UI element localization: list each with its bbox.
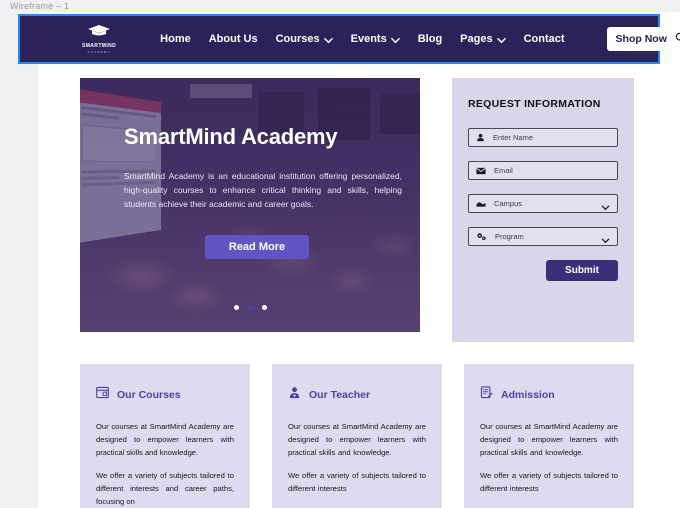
- nav-item-events[interactable]: Events: [351, 33, 400, 45]
- site-logo[interactable]: SMARTMIND ACADEMY: [82, 24, 116, 54]
- document-icon: [480, 386, 493, 404]
- nav-item-home[interactable]: Home: [160, 33, 191, 45]
- navbar[interactable]: SMARTMIND ACADEMY Home About Us Courses: [18, 14, 680, 64]
- shop-now-label: Shop Now: [615, 33, 667, 45]
- chevron-down-icon: [496, 36, 506, 45]
- nav-item-pages[interactable]: Pages: [460, 33, 506, 45]
- card-our-courses[interactable]: Our Courses Our courses at SmartMind Aca…: [80, 364, 250, 508]
- canvas-label: Wireframe – 1: [10, 1, 70, 11]
- graduation-cap-icon: [87, 24, 111, 42]
- nav-label: Events: [350, 33, 387, 45]
- card-paragraph: We offer a variety of subjects tailored …: [288, 471, 426, 494]
- card-paragraph: Our courses at SmartMind Academy are des…: [480, 422, 618, 458]
- shop-now-button[interactable]: Shop Now: [606, 27, 680, 51]
- chevron-down-icon: [601, 232, 610, 244]
- nav-label: Blog: [417, 33, 443, 45]
- nav-label: Courses: [275, 33, 320, 45]
- hero-content: SmartMind Academy SmartMind Academy is a…: [80, 78, 420, 332]
- nav-label: Contact: [523, 33, 565, 45]
- card-header: Admission: [480, 386, 618, 404]
- nav-item-contact[interactable]: Contact: [524, 33, 565, 45]
- chevron-down-icon: [390, 36, 400, 45]
- design-canvas: Wireframe – 1 SMARTMIND ACADEMY Home Abo…: [0, 0, 680, 508]
- envelope-icon: [476, 162, 486, 180]
- card-admission[interactable]: Admission Our courses at SmartMind Acade…: [464, 364, 634, 508]
- read-more-button[interactable]: Read More: [205, 235, 309, 260]
- email-field[interactable]: Email: [468, 161, 618, 180]
- hero-banner: SmartMind Academy SmartMind Academy is a…: [80, 78, 420, 332]
- card-header: Our Teacher: [288, 386, 426, 404]
- hero-description: SmartMind Academy is an educational inst…: [124, 171, 402, 209]
- nav-links: Home About Us Courses Events Blog Pages …: [160, 27, 680, 51]
- nav-item-courses[interactable]: Courses: [276, 33, 333, 45]
- nav-item-about-us[interactable]: About Us: [209, 33, 258, 45]
- nav-label: Home: [160, 33, 191, 45]
- window-icon: [96, 386, 109, 404]
- chevron-down-icon: [323, 36, 333, 45]
- carousel-dot-1[interactable]: [233, 305, 239, 310]
- campus-select-placeholder: Campus: [494, 199, 522, 208]
- campus-select[interactable]: Campus: [468, 194, 618, 213]
- card-paragraph: Our courses at SmartMind Academy are des…: [96, 422, 234, 458]
- website-page: SMARTMIND ACADEMY Home About Us Courses: [18, 12, 680, 508]
- card-paragraph: Our courses at SmartMind Academy are des…: [288, 422, 426, 458]
- request-information-panel: REQUEST INFORMATION Enter Name Email Cam…: [452, 78, 634, 342]
- teacher-icon: [288, 386, 301, 404]
- nav-item-blog[interactable]: Blog: [418, 33, 442, 45]
- logo-subtitle: ACADEMY: [87, 50, 111, 54]
- nav-label: Pages: [460, 33, 493, 45]
- email-field-placeholder: Email: [494, 166, 513, 175]
- name-field[interactable]: Enter Name: [468, 128, 618, 147]
- submit-button[interactable]: Submit: [546, 260, 618, 281]
- carousel-dots: [80, 305, 420, 310]
- hero-title: SmartMind Academy: [124, 124, 338, 149]
- chevron-down-icon: [601, 199, 610, 211]
- card-title: Our Teacher: [309, 389, 371, 401]
- card-paragraph: We offer a variety of subjects tailored …: [480, 471, 618, 494]
- carousel-dot-2[interactable]: [247, 305, 253, 310]
- carousel-dot-3[interactable]: [261, 305, 267, 310]
- card-title: Our Courses: [117, 389, 181, 401]
- form-title: REQUEST INFORMATION: [468, 98, 601, 110]
- campus-icon: [476, 195, 486, 213]
- search-icon: [675, 32, 680, 46]
- gears-icon: [476, 228, 487, 246]
- card-our-teacher[interactable]: Our Teacher Our courses at SmartMind Aca…: [272, 364, 442, 508]
- card-header: Our Courses: [96, 386, 234, 404]
- program-select-placeholder: Program: [495, 232, 524, 241]
- card-title: Admission: [501, 389, 555, 401]
- program-select[interactable]: Program: [468, 227, 618, 246]
- nav-label: About Us: [208, 33, 258, 45]
- person-icon: [476, 129, 485, 147]
- name-field-placeholder: Enter Name: [493, 133, 534, 142]
- info-cards: Our Courses Our courses at SmartMind Aca…: [80, 364, 634, 508]
- card-paragraph: We offer a variety of subjects tailored …: [96, 471, 234, 507]
- logo-name: SMARTMIND: [82, 43, 117, 49]
